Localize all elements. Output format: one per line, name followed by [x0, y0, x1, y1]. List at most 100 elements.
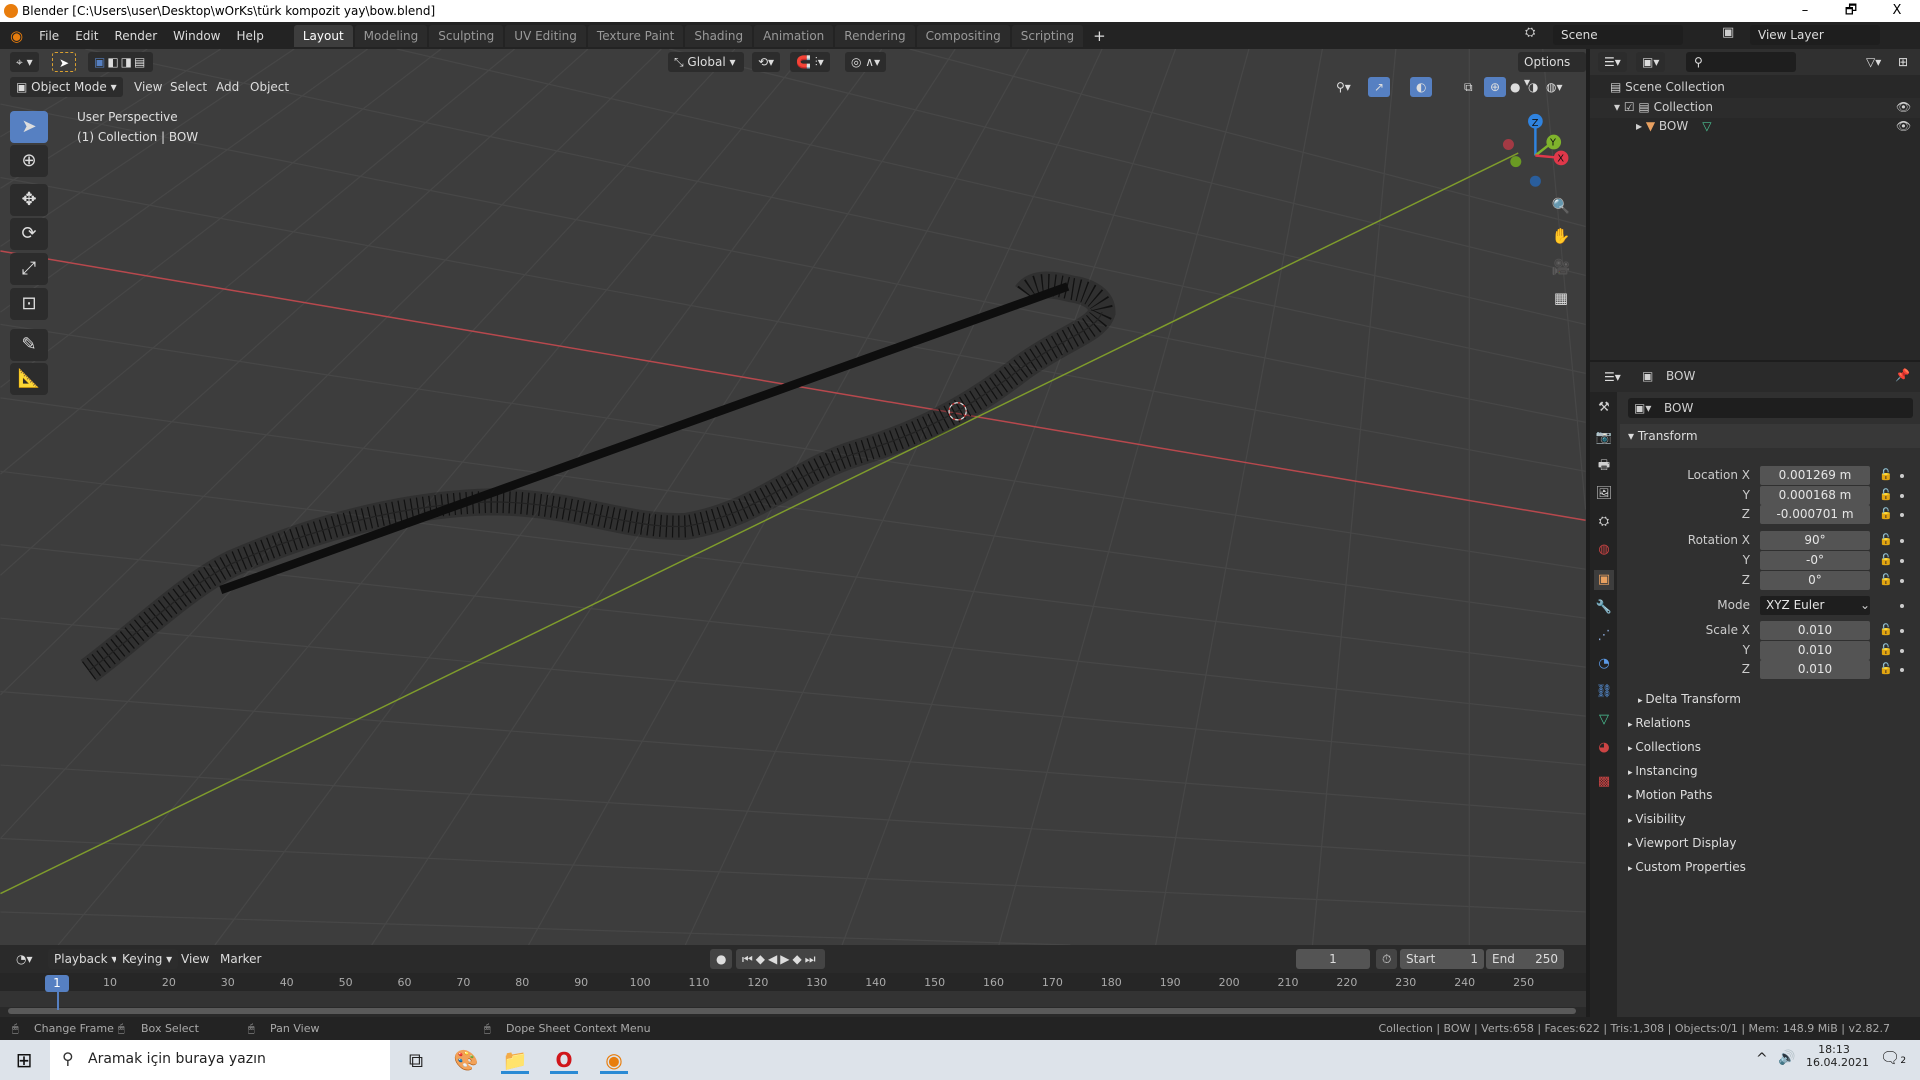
expand-arrow-icon[interactable]: ▸ — [1636, 119, 1646, 133]
wireframe-shading-button[interactable]: ⊕ — [1484, 77, 1507, 97]
property-value-field[interactable]: -0.000701 m — [1760, 505, 1870, 524]
outliner-row-scene-collection[interactable]: ▤ Scene Collection — [1610, 80, 1725, 94]
scene-selector[interactable]: Scene — [1553, 25, 1683, 45]
texture-tab-icon[interactable]: ▩ — [1594, 772, 1614, 792]
selection-mode-buttons[interactable]: ▣◧◨▤ — [88, 52, 154, 72]
scene-icon[interactable]: ⛭ — [1525, 25, 1535, 40]
keyframe-dot-icon[interactable] — [1900, 494, 1904, 498]
auto-keying-toggle[interactable]: ● — [710, 949, 733, 969]
task-view-icon[interactable]: ⧉ — [402, 1046, 430, 1074]
constraints-tab-icon[interactable]: ⛓ — [1594, 682, 1614, 702]
taskbar-search-box[interactable]: ⚲ Aramak için buraya yazın — [50, 1040, 390, 1080]
paint-app-icon[interactable]: 🎨 — [452, 1046, 480, 1074]
property-value-field[interactable]: 0.001269 m — [1760, 466, 1870, 485]
move-tool-icon[interactable]: ✥ — [10, 184, 48, 216]
keyframe-dot-icon[interactable] — [1900, 629, 1904, 633]
properties-editor-type[interactable]: ☰▾ — [1598, 367, 1627, 387]
menu-view[interactable]: View — [128, 77, 168, 97]
playhead-frame[interactable]: 1 — [45, 975, 69, 992]
lock-icon[interactable]: 🔓 — [1879, 468, 1893, 481]
outliner-row-bow[interactable]: ▸ ▼ BOW ▽ — [1636, 119, 1711, 133]
menu-edit[interactable]: Edit — [67, 29, 106, 43]
menu-help[interactable]: Help — [229, 29, 272, 43]
bow-mesh[interactable] — [80, 271, 1116, 682]
clock[interactable]: 18:13 16.04.2021 — [1806, 1043, 1869, 1069]
navigation-gizmo[interactable]: Z Y X — [1502, 113, 1569, 187]
menu-object[interactable]: Object — [244, 77, 295, 97]
section-instancing[interactable]: ▸ Instancing — [1628, 764, 1698, 778]
menu-select[interactable]: Select — [164, 77, 213, 97]
outliner-row-collection[interactable]: ▾ ☑ ▤ Collection — [1614, 100, 1713, 114]
property-value-field[interactable]: 0.010 — [1760, 660, 1870, 679]
pin-icon[interactable]: 📌 — [1895, 368, 1910, 382]
rendered-shading-button[interactable]: ◍▾ — [1540, 77, 1569, 97]
pan-hand-icon[interactable]: ✋ — [1548, 223, 1574, 249]
start-frame-field[interactable]: Start 1 — [1400, 949, 1484, 969]
eye-icon[interactable]: 👁 — [1896, 100, 1911, 114]
menu-window[interactable]: Window — [165, 29, 228, 43]
section-custom-properties[interactable]: ▸ Custom Properties — [1628, 860, 1746, 874]
scale-tool-icon[interactable]: ⤢ — [10, 253, 48, 285]
keyframe-dot-icon[interactable] — [1900, 474, 1904, 478]
property-value-field[interactable]: -0° — [1760, 551, 1870, 570]
tab-uv-editing[interactable]: UV Editing — [505, 24, 586, 47]
zoom-icon[interactable]: 🔍 — [1548, 193, 1574, 219]
menu-add[interactable]: Add — [210, 77, 245, 97]
section-visibility[interactable]: ▸ Visibility — [1628, 812, 1686, 826]
select-box-tool-icon[interactable]: ➤ — [10, 111, 48, 143]
gizmo-toggle[interactable]: ↗ — [1368, 77, 1391, 97]
tab-animation[interactable]: Animation — [754, 24, 834, 47]
property-value-field[interactable]: 0.010 — [1760, 621, 1870, 640]
section-collections[interactable]: ▸ Collections — [1628, 740, 1701, 754]
cursor-tool-icon[interactable]: ⊕ — [10, 145, 48, 177]
rotation-mode-dropdown[interactable]: XYZ Euler — [1760, 596, 1870, 615]
end-frame-field[interactable]: End 250 — [1486, 949, 1564, 969]
transform-tool-icon[interactable]: ⊡ — [10, 288, 48, 320]
section-viewport-display[interactable]: ▸ Viewport Display — [1628, 836, 1737, 850]
lock-icon[interactable]: 🔓 — [1879, 507, 1893, 520]
tool-tab-icon[interactable]: ⚒ — [1594, 398, 1614, 418]
lock-icon[interactable]: 🔓 — [1879, 662, 1893, 675]
3d-viewport[interactable]: Z Y X ⌖ ▾ ➤ ▣◧◨▤ ⤡ Global ▾ ⟲▾ 🧲 ⫶▾ ◎ ∧▾… — [0, 49, 1586, 945]
keyframe-dot-icon[interactable] — [1900, 579, 1904, 583]
restore-button[interactable]: 🗗 — [1828, 0, 1874, 22]
outliner-editor-type[interactable]: ☰▾ — [1598, 52, 1627, 72]
opera-browser-icon[interactable]: O — [550, 1046, 578, 1074]
tab-texture-paint[interactable]: Texture Paint — [587, 24, 684, 47]
section-relations[interactable]: ▸ Relations — [1628, 716, 1691, 730]
keyframe-dot-icon[interactable] — [1900, 559, 1904, 563]
property-value-field[interactable]: 90° — [1760, 531, 1870, 550]
property-value-field[interactable]: 0.000168 m — [1760, 486, 1870, 505]
horizontal-scrollbar[interactable] — [8, 1008, 1576, 1014]
property-value-field[interactable]: 0° — [1760, 571, 1870, 590]
mode-dropdown[interactable]: ▣ Object Mode ▾ — [10, 77, 123, 97]
outliner-search-input[interactable]: ⚲ — [1686, 52, 1796, 72]
blender-menu-icon[interactable]: ◉ — [0, 27, 31, 45]
transform-section-header[interactable]: ▾ Transform — [1628, 429, 1698, 443]
property-value-field[interactable]: 0.010 — [1760, 641, 1870, 660]
keyframe-dot-icon[interactable] — [1900, 604, 1904, 608]
xray-toggle[interactable]: ⧉ — [1458, 77, 1479, 97]
display-mode-dropdown[interactable]: ▣▾ — [1636, 52, 1666, 72]
menu-file[interactable]: File — [31, 29, 67, 43]
filter-icon[interactable]: ▽▾ — [1860, 52, 1887, 72]
tweak-tool-button[interactable]: ➤ — [52, 52, 77, 72]
file-explorer-icon[interactable]: 📁 — [501, 1046, 529, 1074]
close-button[interactable]: X — [1874, 0, 1920, 22]
lock-icon[interactable]: 🔓 — [1879, 488, 1893, 501]
tab-sculpting[interactable]: Sculpting — [429, 24, 504, 47]
editor-type-button[interactable]: ⌖ ▾ — [10, 52, 39, 72]
current-frame-field[interactable]: 1 — [1296, 949, 1370, 969]
section-delta-transform[interactable]: ▸ Delta Transform — [1638, 692, 1741, 706]
lock-icon[interactable]: 🔓 — [1879, 553, 1893, 566]
lock-icon[interactable]: 🔓 — [1879, 533, 1893, 546]
lock-icon[interactable]: 🔓 — [1879, 623, 1893, 636]
snap-toggle[interactable]: 🧲 ⫶▾ — [790, 52, 830, 72]
volume-icon[interactable]: 🔊 — [1778, 1050, 1795, 1066]
proportional-edit-toggle[interactable]: ◎ ∧▾ — [845, 52, 887, 72]
minimize-button[interactable]: – — [1782, 0, 1828, 22]
checkbox-icon[interactable]: ☑ — [1624, 100, 1639, 114]
keyframe-area[interactable] — [0, 991, 1586, 1007]
keyframe-dot-icon[interactable] — [1900, 668, 1904, 672]
tab-shading[interactable]: Shading — [685, 24, 753, 47]
